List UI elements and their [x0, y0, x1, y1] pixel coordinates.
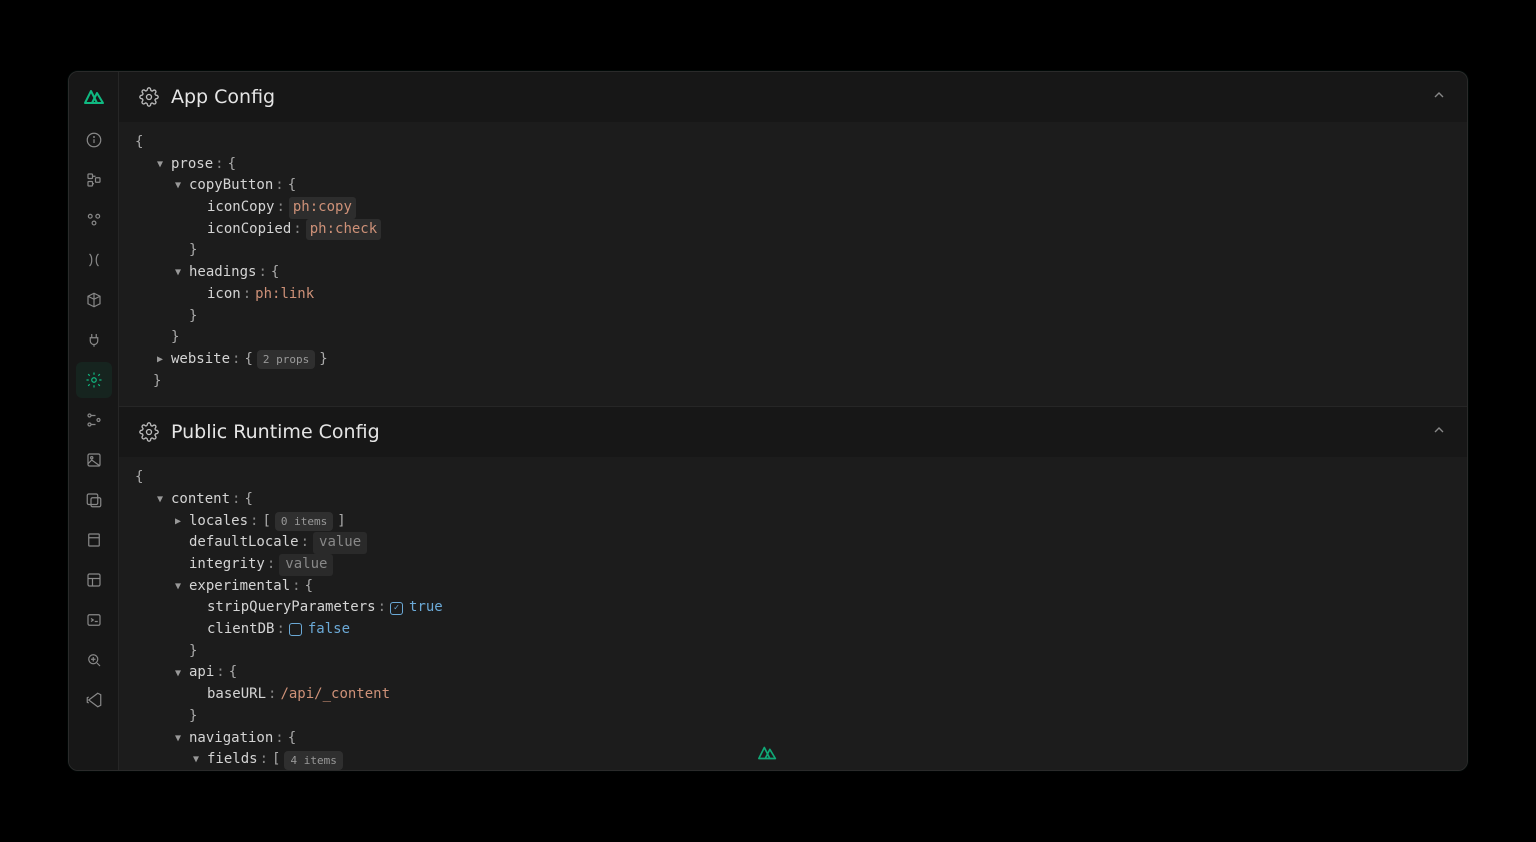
- chevron-up-icon[interactable]: [1431, 87, 1447, 107]
- tree-row[interactable]: clientDB: false: [135, 619, 1451, 641]
- chevron-up-icon[interactable]: [1431, 422, 1447, 442]
- tree-row[interactable]: ▼navigation:{: [135, 728, 1451, 750]
- panel-runtime-config: Public Runtime Config { ▼content:{ ▶loca…: [119, 407, 1467, 770]
- sidebar-item-plugins[interactable]: [76, 322, 112, 358]
- bool-label: false: [308, 619, 350, 641]
- nuxt-logo-icon: [82, 84, 106, 108]
- sidebar-item-storage[interactable]: [76, 522, 112, 558]
- config-value-input[interactable]: value: [279, 554, 333, 576]
- sidebar-item-vscode[interactable]: [76, 682, 112, 718]
- tree-row[interactable]: ▼prose:{: [135, 154, 1451, 176]
- panel-header-runtime-config[interactable]: Public Runtime Config: [119, 407, 1467, 457]
- tree-row[interactable]: ▼fields:[4 items: [135, 749, 1451, 770]
- panel-title: App Config: [171, 86, 1419, 108]
- main-content: App Config { ▼prose:{ ▼copyButton:{ icon…: [119, 72, 1467, 770]
- sidebar-item-timeline[interactable]: [76, 402, 112, 438]
- sidebar: [69, 72, 119, 770]
- tree-row: }: [135, 641, 1451, 663]
- sidebar-item-inspect[interactable]: [76, 642, 112, 678]
- caret-down-icon[interactable]: ▼: [171, 731, 185, 747]
- sidebar-item-layout[interactable]: [76, 562, 112, 598]
- checkbox-checked-icon: ✓: [390, 602, 403, 615]
- tree-row[interactable]: ▼headings:{: [135, 262, 1451, 284]
- tree-row: }: [135, 306, 1451, 328]
- sidebar-item-terminal[interactable]: [76, 602, 112, 638]
- tree-row[interactable]: ▶website:{2 props}: [135, 349, 1451, 371]
- config-value[interactable]: ph:copy: [289, 197, 356, 219]
- gear-icon: [139, 87, 159, 107]
- tree-row: }: [135, 240, 1451, 262]
- sidebar-item-virtual[interactable]: [76, 482, 112, 518]
- sidebar-item-modules[interactable]: [76, 282, 112, 318]
- caret-down-icon[interactable]: ▼: [171, 178, 185, 194]
- collapsed-summary-badge: 0 items: [275, 512, 333, 531]
- sidebar-item-pages[interactable]: [76, 162, 112, 198]
- sidebar-item-config[interactable]: [76, 362, 112, 398]
- caret-down-icon[interactable]: ▼: [171, 265, 185, 281]
- tree-row[interactable]: defaultLocale:value: [135, 532, 1451, 554]
- config-value[interactable]: /api/_content: [280, 684, 390, 706]
- tree-row[interactable]: ▼copyButton:{: [135, 175, 1451, 197]
- caret-down-icon[interactable]: ▼: [171, 579, 185, 595]
- panel-title: Public Runtime Config: [171, 421, 1419, 443]
- collapsed-summary-badge: 2 props: [257, 350, 315, 369]
- tree-row: {: [135, 132, 1451, 154]
- tree-row: {: [135, 467, 1451, 489]
- panel-body-app-config: { ▼prose:{ ▼copyButton:{ iconCopy:ph:cop…: [119, 122, 1467, 406]
- nuxt-logo-footer-icon: [757, 745, 779, 764]
- tree-row[interactable]: integrity:value: [135, 554, 1451, 576]
- gear-icon: [139, 422, 159, 442]
- sidebar-item-assets[interactable]: [76, 442, 112, 478]
- caret-down-icon[interactable]: ▼: [171, 666, 185, 682]
- tree-row[interactable]: icon:ph:link: [135, 284, 1451, 306]
- caret-down-icon[interactable]: ▼: [153, 157, 167, 173]
- panel-header-app-config[interactable]: App Config: [119, 72, 1467, 122]
- boolean-toggle[interactable]: false: [289, 619, 350, 641]
- tree-row[interactable]: baseURL:/api/_content: [135, 684, 1451, 706]
- collapsed-summary-badge: 4 items: [284, 751, 342, 770]
- tree-row[interactable]: iconCopy:ph:copy: [135, 197, 1451, 219]
- devtools-window: App Config { ▼prose:{ ▼copyButton:{ icon…: [68, 71, 1468, 771]
- checkbox-unchecked-icon: [289, 623, 302, 636]
- tree-row[interactable]: iconCopied:ph:check: [135, 219, 1451, 241]
- tree-row[interactable]: ▼content:{: [135, 489, 1451, 511]
- caret-down-icon[interactable]: ▼: [189, 752, 203, 768]
- boolean-toggle[interactable]: ✓ true: [390, 597, 443, 619]
- panel-body-runtime-config: { ▼content:{ ▶locales:[0 items] defaultL…: [119, 457, 1467, 770]
- sidebar-item-imports[interactable]: [76, 242, 112, 278]
- tree-row: }: [135, 371, 1451, 393]
- sidebar-item-info[interactable]: [76, 122, 112, 158]
- caret-down-icon[interactable]: ▼: [153, 492, 167, 508]
- tree-row: }: [135, 327, 1451, 349]
- config-value-input[interactable]: value: [313, 532, 367, 554]
- panel-app-config: App Config { ▼prose:{ ▼copyButton:{ icon…: [119, 72, 1467, 407]
- tree-row[interactable]: stripQueryParameters: ✓true: [135, 597, 1451, 619]
- caret-right-icon[interactable]: ▶: [153, 352, 167, 368]
- bool-label: true: [409, 597, 443, 619]
- config-value[interactable]: ph:link: [255, 284, 314, 306]
- tree-row[interactable]: ▼api:{: [135, 662, 1451, 684]
- tree-row[interactable]: ▼experimental:{: [135, 576, 1451, 598]
- tree-row: }: [135, 706, 1451, 728]
- caret-right-icon[interactable]: ▶: [171, 514, 185, 530]
- config-value[interactable]: ph:check: [306, 219, 381, 241]
- sidebar-item-components[interactable]: [76, 202, 112, 238]
- tree-row[interactable]: ▶locales:[0 items]: [135, 511, 1451, 533]
